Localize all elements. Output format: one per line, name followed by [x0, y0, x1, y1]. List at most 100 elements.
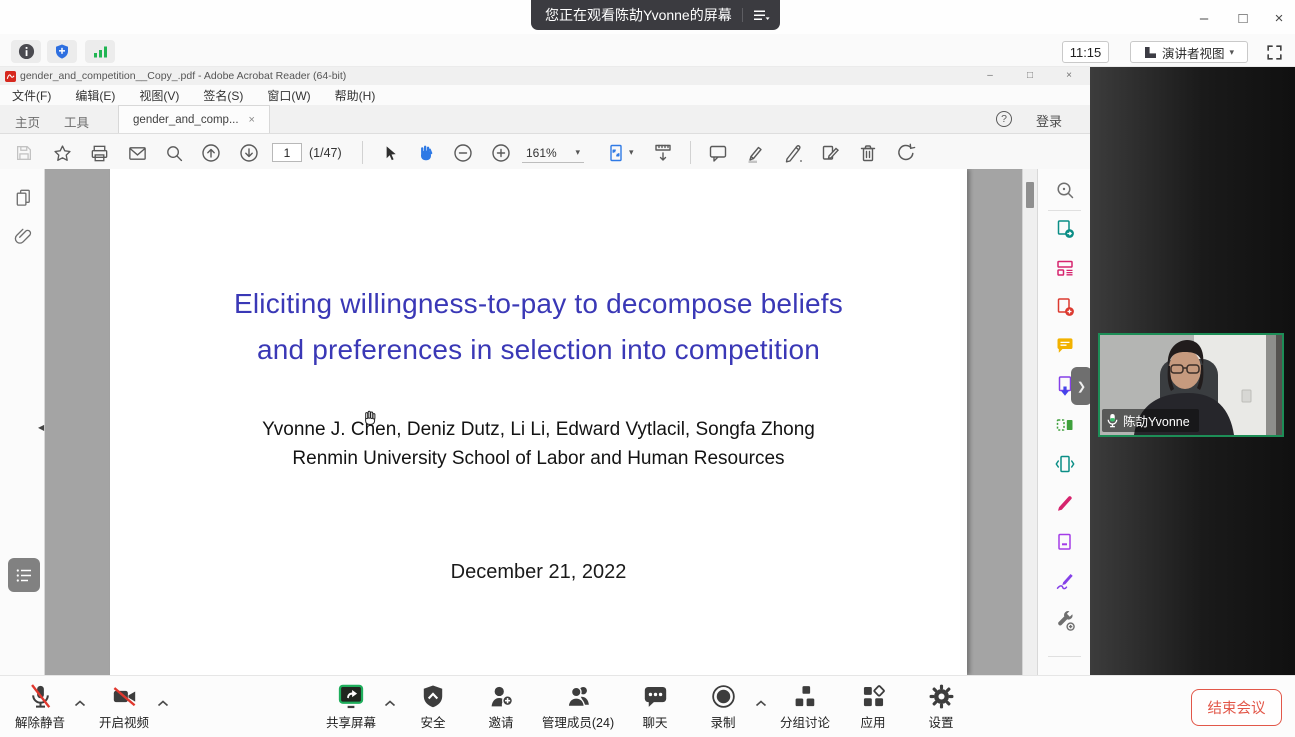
info-icon: [18, 43, 35, 60]
view-mode-label: 演讲者视图: [1162, 43, 1225, 62]
start-video-button[interactable]: 开启视频: [84, 683, 164, 731]
measure-tool-button[interactable]: [650, 140, 676, 166]
acrobat-close-button[interactable]: ×: [1053, 67, 1085, 84]
acrobat-minimize-button[interactable]: –: [974, 67, 1006, 84]
print-button[interactable]: [86, 140, 112, 166]
minimize-button[interactable]: –: [1189, 6, 1219, 30]
select-tool-button[interactable]: [376, 140, 402, 166]
slide-authors: Yvonne J. Chen, Deniz Dutz, Li Li, Edwar…: [110, 415, 967, 444]
tools-sidebar: [1037, 169, 1090, 675]
hand-tool-button[interactable]: [413, 140, 439, 166]
fill-sign-tool-button[interactable]: [817, 140, 843, 166]
fullscreen-button[interactable]: [1261, 39, 1288, 65]
pdf-document-area[interactable]: Eliciting willingness-to-pay to decompos…: [45, 169, 1022, 675]
previous-page-button[interactable]: [198, 140, 224, 166]
share-screen-button[interactable]: 共享屏幕: [311, 683, 391, 731]
menu-file[interactable]: 文件(F): [12, 87, 51, 104]
page-count-label: (1/47): [309, 146, 342, 160]
end-meeting-label: 结束会议: [1208, 697, 1266, 718]
close-button[interactable]: ×: [1264, 6, 1294, 30]
save-button[interactable]: [11, 140, 37, 166]
settings-button[interactable]: 设置: [901, 683, 981, 731]
slide-title-line1: Eliciting willingness-to-pay to decompos…: [110, 281, 967, 327]
delete-tool-button[interactable]: [855, 140, 881, 166]
participant-video-thumbnail[interactable]: 陈劼Yvonne: [1098, 333, 1284, 437]
end-meeting-button[interactable]: 结束会议: [1191, 689, 1282, 726]
apps-icon: [860, 683, 887, 710]
help-button[interactable]: ?: [996, 111, 1012, 127]
invite-label: 邀请: [488, 712, 513, 731]
pdf-page[interactable]: Eliciting willingness-to-pay to decompos…: [110, 169, 967, 675]
meeting-info-bar: 11:15 演讲者视图 ▾: [0, 34, 1295, 67]
more-tools-icon[interactable]: [1053, 609, 1077, 633]
zoom-out-button[interactable]: [450, 140, 476, 166]
create-pdf-icon[interactable]: [1053, 295, 1077, 319]
compress-pdf-icon[interactable]: [1053, 452, 1077, 476]
screenshare-banner: 您正在观看陈劼Yvonne的屏幕: [531, 0, 780, 30]
chat-label: 聊天: [642, 712, 667, 731]
menu-sign[interactable]: 签名(S): [203, 87, 243, 104]
start-video-label: 开启视频: [99, 712, 149, 731]
page-navigation-handle[interactable]: [8, 558, 40, 592]
chevron-down-icon: ▾: [575, 147, 580, 158]
document-tab-close-icon[interactable]: ×: [249, 114, 255, 126]
organize-pages-icon[interactable]: [1053, 413, 1077, 437]
redact-pages-icon[interactable]: [1053, 530, 1077, 554]
members-icon: [565, 683, 592, 710]
meeting-security-status-button[interactable]: [47, 40, 77, 63]
manage-members-button[interactable]: 管理成员(24): [528, 683, 628, 731]
banner-divider: [742, 8, 743, 22]
tab-document[interactable]: gender_and_comp... ×: [118, 105, 270, 133]
screen-share-icon: [337, 683, 365, 710]
sign-pen-tool-button[interactable]: [780, 140, 806, 166]
navigation-pane-strip: ◀: [0, 169, 45, 675]
comment-panel-icon[interactable]: [1053, 334, 1077, 358]
record-button[interactable]: 录制: [683, 683, 763, 731]
export-pdf-icon[interactable]: [1053, 217, 1077, 241]
scrollbar-thumb[interactable]: [1026, 182, 1034, 208]
fit-page-dropdown-icon[interactable]: ▾: [629, 147, 634, 158]
slide-authors-block: Yvonne J. Chen, Deniz Dutz, Li Li, Edwar…: [110, 415, 967, 473]
zoom-level-dropdown[interactable]: 161% ▾: [522, 143, 584, 163]
collapse-pane-arrow-icon[interactable]: ◀: [38, 423, 44, 432]
highlight-tool-button[interactable]: [742, 140, 768, 166]
tab-home[interactable]: 主页: [15, 112, 40, 131]
certificates-sign-icon[interactable]: [1053, 569, 1077, 593]
rotate-tool-button[interactable]: [893, 140, 919, 166]
vertical-scrollbar[interactable]: [1022, 169, 1037, 675]
edit-pdf-icon[interactable]: [1053, 256, 1077, 280]
camera-off-icon: [111, 683, 138, 710]
chat-bubble-icon: [642, 683, 669, 710]
menu-edit[interactable]: 编辑(E): [75, 87, 115, 104]
search-tools-icon[interactable]: [1053, 178, 1077, 202]
comment-tool-button[interactable]: [705, 140, 731, 166]
tab-tools[interactable]: 工具: [64, 112, 89, 131]
fill-and-sign-icon[interactable]: [1053, 491, 1077, 515]
attachments-icon[interactable]: [11, 223, 35, 247]
email-button[interactable]: [124, 140, 150, 166]
video-options-chevron[interactable]: [156, 699, 170, 708]
maximize-button[interactable]: □: [1228, 6, 1258, 30]
network-status-button[interactable]: [85, 40, 115, 63]
star-favorite-button[interactable]: [49, 140, 75, 166]
acrobat-restore-button[interactable]: □: [1014, 67, 1046, 84]
expand-panel-handle[interactable]: ❯: [1071, 367, 1092, 405]
toolbar-divider: [690, 141, 691, 164]
page-number-input[interactable]: [272, 143, 302, 162]
meeting-control-bar: 解除静音 开启视频 共享屏幕 安全: [0, 675, 1295, 737]
menu-view[interactable]: 视图(V): [139, 87, 179, 104]
next-page-button[interactable]: [236, 140, 262, 166]
fit-page-button[interactable]: [603, 140, 629, 166]
menu-window[interactable]: 窗口(W): [267, 87, 310, 104]
unmute-button[interactable]: 解除静音: [0, 683, 80, 731]
search-button[interactable]: [161, 140, 187, 166]
slide-date: December 21, 2022: [110, 561, 967, 584]
page-thumbnails-icon[interactable]: [11, 185, 35, 209]
menu-help[interactable]: 帮助(H): [335, 87, 376, 104]
view-mode-selector[interactable]: 演讲者视图 ▾: [1130, 41, 1248, 63]
banner-menu-icon[interactable]: [753, 9, 770, 22]
zoom-in-button[interactable]: [488, 140, 514, 166]
sign-in-button[interactable]: 登录: [1036, 111, 1062, 130]
meeting-info-button[interactable]: [11, 40, 41, 63]
fullscreen-icon: [1265, 43, 1284, 62]
